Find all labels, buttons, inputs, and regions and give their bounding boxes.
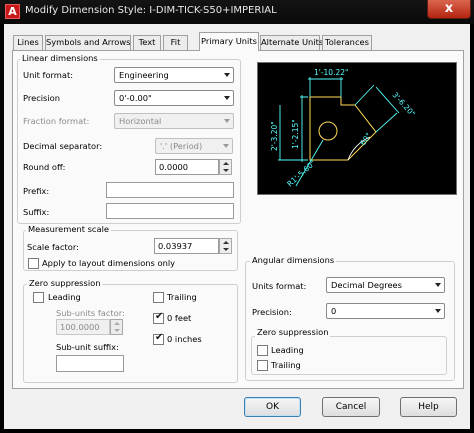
angular-trailing-label: Trailing [271, 360, 301, 370]
autocad-app-icon: A [5, 4, 20, 19]
decimal-separator-label: Decimal separator: [23, 141, 103, 151]
window-title: Modify Dimension Style: I-DIM-TICK-S50+I… [25, 5, 277, 16]
tab-text[interactable]: Text [133, 35, 161, 50]
chevron-down-icon [435, 283, 441, 287]
preview-dim-text: 3'-6.20" [391, 90, 418, 118]
linear-dimensions-legend: Linear dimensions [20, 53, 100, 63]
chevron-down-icon [435, 309, 441, 313]
cancel-button[interactable]: Cancel [322, 397, 380, 417]
unit-format-select[interactable]: Engineering [114, 67, 234, 83]
suffix-input[interactable] [106, 203, 234, 219]
preview-drawing: 1'-10.22" 1'-2.15" 2'-3.20" 3'-6.20" 60°… [270, 68, 418, 188]
zero-feet-checkbox[interactable] [153, 311, 164, 324]
angular-precision-label: Precision: [252, 307, 292, 317]
fraction-format-value: Horizontal [119, 116, 162, 126]
angular-dimensions-legend: Angular dimensions [250, 255, 337, 265]
angular-units-select[interactable]: Decimal Degrees [326, 277, 445, 293]
fraction-format-select[interactable]: Horizontal [114, 113, 234, 129]
scale-factor-input[interactable]: 0.03937 [154, 238, 219, 254]
apply-layout-label: Apply to layout dimensions only [42, 258, 176, 268]
spin-down-icon [223, 169, 229, 172]
chevron-down-icon [224, 73, 230, 77]
preview-dim-text: 60° [358, 131, 373, 147]
angular-trailing-checkbox[interactable] [257, 360, 268, 371]
angular-leading-label: Leading [271, 345, 304, 355]
part-hole [318, 121, 338, 141]
trailing-label: Trailing [167, 292, 197, 302]
unit-format-label: Unit format: [23, 70, 74, 80]
subunits-factor-spinner[interactable] [110, 319, 123, 335]
suffix-label: Suffix: [23, 207, 50, 217]
help-button[interactable]: Help [400, 397, 457, 417]
spin-down-icon [114, 329, 120, 332]
fraction-format-label: Fraction format: [23, 116, 90, 126]
round-off-label: Round off: [23, 162, 66, 172]
subunits-factor-input[interactable]: 100.0000 [56, 319, 110, 335]
preview-dim-text: 2'-3.20" [270, 121, 279, 151]
round-off-input[interactable]: 0.0000 [155, 159, 219, 175]
apply-layout-checkbox[interactable] [28, 258, 39, 269]
precision-label: Precision [23, 93, 61, 103]
part-outline [309, 96, 377, 161]
angular-precision-value: 0 [331, 306, 337, 316]
preview-dim-text: 1'-10.22" [314, 68, 348, 77]
precision-value: 0'-0.00" [119, 93, 152, 103]
chevron-down-icon [223, 144, 229, 148]
subunit-suffix-input[interactable] [56, 355, 124, 372]
tab-fit[interactable]: Fit [163, 35, 188, 50]
scale-factor-label: Scale factor: [27, 242, 79, 252]
decimal-separator-value: '.' (Period) [160, 141, 203, 151]
tab-primary-units[interactable]: Primary Units [199, 32, 259, 51]
zero-inches-label: 0 inches [167, 334, 202, 344]
trailing-checkbox[interactable] [153, 292, 164, 303]
subunits-factor-label: Sub-units factor: [56, 308, 125, 318]
tab-lines[interactable]: Lines [13, 35, 43, 50]
prefix-label: Prefix: [23, 186, 50, 196]
scale-factor-spinner[interactable] [219, 238, 232, 254]
linear-zero-suppression-legend: Zero suppression [27, 278, 103, 288]
angular-precision-select[interactable]: 0 [326, 303, 445, 319]
close-button[interactable]: x [427, 0, 471, 19]
chevron-down-icon [224, 119, 230, 123]
angular-leading-checkbox[interactable] [257, 345, 268, 356]
leading-label: Leading [48, 292, 81, 302]
spin-up-icon [223, 241, 229, 244]
round-off-spinner[interactable] [219, 159, 232, 175]
ok-button[interactable]: OK [244, 397, 301, 417]
spin-up-icon [223, 162, 229, 165]
angular-units-label: Units format: [252, 281, 307, 291]
preview-dim-text: 1'-2.15" [291, 119, 300, 149]
precision-select[interactable]: 0'-0.00" [114, 90, 234, 106]
angular-zero-suppression-legend: Zero suppression [255, 327, 331, 337]
subunit-suffix-label: Sub-unit suffix: [56, 342, 119, 352]
spin-up-icon [114, 322, 120, 325]
tab-alternate-units[interactable]: Alternate Units [260, 35, 323, 50]
preview-dim-text: R1'-5.60" [285, 158, 317, 188]
angular-units-value: Decimal Degrees [331, 280, 402, 290]
zero-feet-label: 0 feet [167, 313, 192, 323]
dimension-preview: 1'-10.22" 1'-2.15" 2'-3.20" 3'-6.20" 60°… [257, 62, 457, 195]
leading-checkbox[interactable] [33, 292, 44, 303]
prefix-input[interactable] [106, 182, 234, 198]
decimal-separator-select[interactable]: '.' (Period) [155, 138, 233, 154]
tab-tolerances[interactable]: Tolerances [322, 35, 372, 50]
tab-symbols-and-arrows[interactable]: Symbols and Arrows [45, 35, 131, 50]
spin-down-icon [223, 248, 229, 251]
zero-inches-checkbox[interactable] [153, 332, 164, 345]
unit-format-value: Engineering [119, 70, 169, 80]
measurement-scale-legend: Measurement scale [26, 224, 111, 234]
chevron-down-icon [224, 96, 230, 100]
